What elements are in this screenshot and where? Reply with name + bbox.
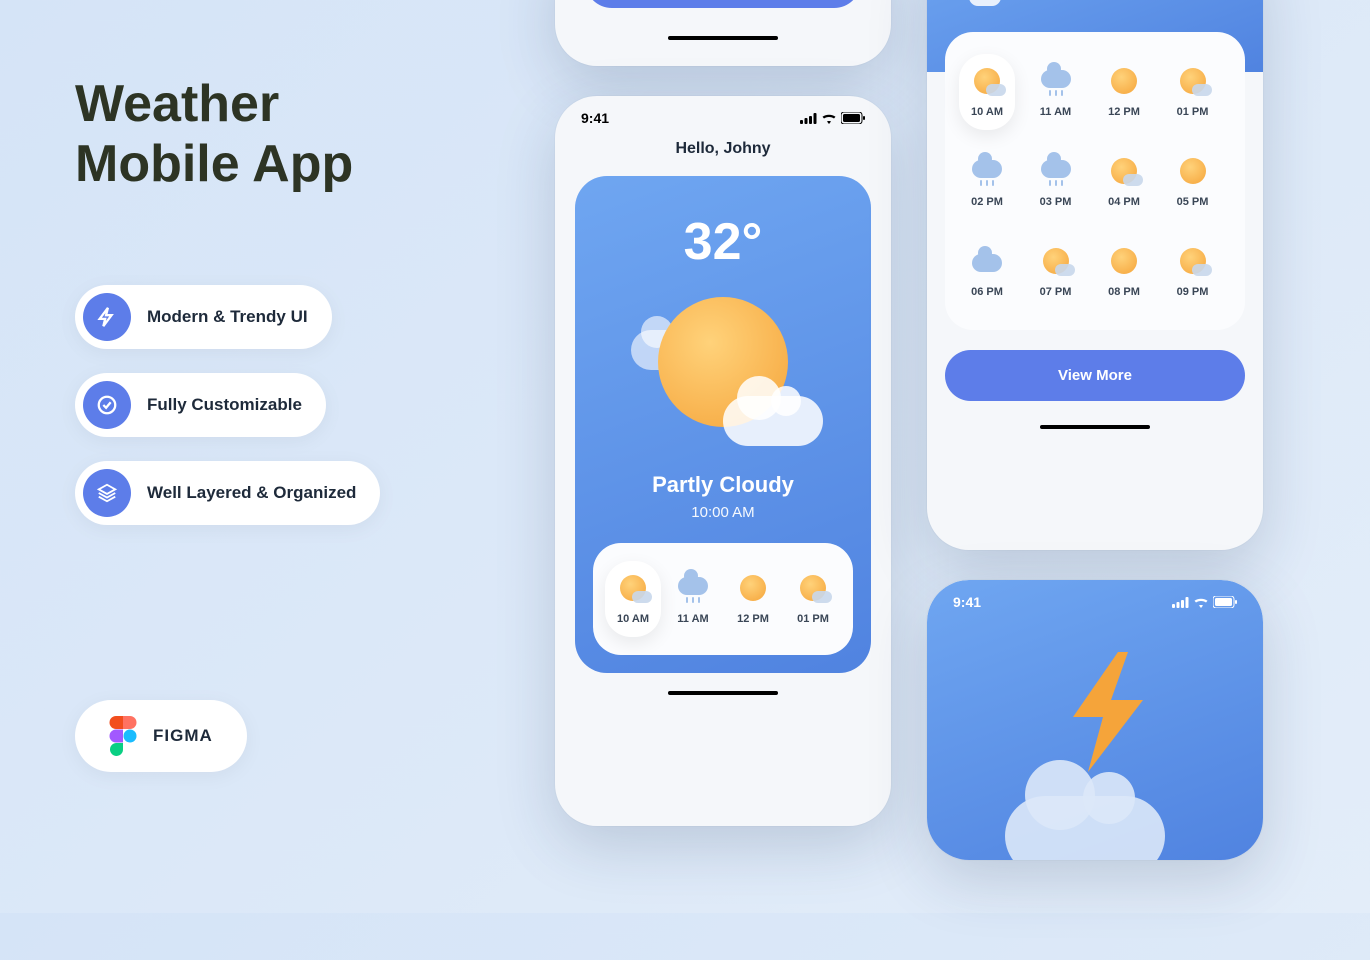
home-indicator[interactable] bbox=[1040, 425, 1150, 429]
partly-cloudy-icon bbox=[643, 292, 803, 452]
cellular-icon bbox=[1172, 597, 1189, 608]
get-started-button[interactable]: Get Started bbox=[585, 0, 861, 8]
temperature: 32° bbox=[1184, 0, 1241, 9]
sun-cloud-icon bbox=[1107, 154, 1141, 188]
sun-cloud-icon bbox=[970, 64, 1004, 98]
hourly-grid-card: 10 AM 11 AM 12 PM 01 PM 02 PM 03 PM 04 PM 05 PM… bbox=[945, 32, 1245, 330]
hour-label: 01 PM bbox=[797, 613, 829, 625]
phone-onboarding: Get Started bbox=[555, 0, 891, 66]
home-indicator[interactable] bbox=[668, 36, 778, 40]
hour-chip[interactable]: 12 PM bbox=[1096, 54, 1152, 130]
weather-card: 32° Partly Cloudy 10:00 AM 10 AM 11 AM 12 … bbox=[575, 176, 871, 673]
rain-icon bbox=[676, 571, 710, 605]
battery-icon bbox=[1213, 596, 1237, 608]
feature-label: Modern & Trendy UI bbox=[147, 307, 308, 327]
hour-label: 01 PM bbox=[1177, 106, 1209, 118]
rain-icon bbox=[1039, 64, 1073, 98]
sun-icon bbox=[1176, 154, 1210, 188]
current-time: 10:00 AM bbox=[593, 504, 853, 521]
wifi-icon bbox=[821, 113, 837, 124]
hour-chip[interactable]: 12 PM bbox=[725, 561, 781, 637]
phone-mockups: Get Started 9:41 Hello, Johny 32° Partly… bbox=[555, 0, 1285, 960]
feature-modern-ui: Modern & Trendy UI bbox=[75, 285, 332, 349]
hour-chip[interactable]: 07 PM bbox=[1028, 234, 1084, 310]
hour-chip[interactable]: 08 PM bbox=[1096, 234, 1152, 310]
hour-chip[interactable]: 10 AM bbox=[959, 54, 1015, 130]
phone-main-weather: 9:41 Hello, Johny 32° Partly Cloudy 10:0… bbox=[555, 96, 891, 826]
sun-icon bbox=[1107, 64, 1141, 98]
sun-icon bbox=[1107, 244, 1141, 278]
status-bar: 9:41 bbox=[927, 580, 1263, 616]
cellular-icon bbox=[800, 113, 817, 124]
hour-chip[interactable]: 10 AM bbox=[605, 561, 661, 637]
status-time: 9:41 bbox=[953, 594, 981, 610]
hour-chip[interactable]: 11 AM bbox=[665, 561, 721, 637]
check-circle-icon bbox=[83, 381, 131, 429]
partly-cloudy-icon bbox=[949, 0, 999, 12]
lightning-icon bbox=[83, 293, 131, 341]
promo-title: Weather Mobile App bbox=[75, 75, 380, 195]
rain-icon bbox=[1039, 154, 1073, 188]
hour-chip[interactable]: 04 PM bbox=[1096, 144, 1152, 220]
feature-label: Fully Customizable bbox=[147, 395, 302, 415]
hour-label: 08 PM bbox=[1108, 286, 1140, 298]
hour-label: 11 AM bbox=[677, 613, 708, 625]
hour-label: 10 AM bbox=[971, 106, 1003, 118]
hour-label: 05 PM bbox=[1177, 196, 1209, 208]
status-icons bbox=[1172, 596, 1237, 608]
phone-storm: 9:41 bbox=[927, 580, 1263, 860]
hour-label: 03 PM bbox=[1040, 196, 1072, 208]
temperature: 32° bbox=[593, 212, 853, 272]
hour-chip[interactable]: 06 PM bbox=[959, 234, 1015, 310]
hourly-forecast-strip: 10 AM 11 AM 12 PM 01 PM bbox=[593, 543, 853, 655]
feature-layered: Well Layered & Organized bbox=[75, 461, 380, 525]
hour-label: 07 PM bbox=[1040, 286, 1072, 298]
condition: Partly Cloudy bbox=[593, 472, 853, 498]
hour-chip[interactable]: 01 PM bbox=[1165, 54, 1221, 130]
sun-icon bbox=[736, 571, 770, 605]
layers-icon bbox=[83, 469, 131, 517]
hour-chip[interactable]: 11 AM bbox=[1028, 54, 1084, 130]
feature-label: Well Layered & Organized bbox=[147, 483, 356, 503]
sun-cloud-icon bbox=[1176, 64, 1210, 98]
figma-label: FIGMA bbox=[153, 726, 213, 746]
hour-chip[interactable]: 05 PM bbox=[1165, 144, 1221, 220]
hour-label: 09 PM bbox=[1177, 286, 1209, 298]
hour-label: 06 PM bbox=[971, 286, 1003, 298]
view-more-button[interactable]: View More bbox=[945, 350, 1245, 401]
hour-label: 12 PM bbox=[737, 613, 769, 625]
phone-hourly-grid: 32° 10 AM 11 AM 12 PM 01 PM 02 PM 03 PM 04 PM 0… bbox=[927, 0, 1263, 550]
hour-label: 11 AM bbox=[1040, 106, 1071, 118]
rain-icon bbox=[970, 154, 1004, 188]
hour-chip[interactable]: 01 PM bbox=[785, 561, 841, 637]
sun-cloud-icon bbox=[1039, 244, 1073, 278]
cloud-icon bbox=[970, 244, 1004, 278]
figma-icon bbox=[109, 716, 137, 756]
home-indicator[interactable] bbox=[668, 691, 778, 695]
status-icons bbox=[800, 112, 865, 124]
promo-panel: Weather Mobile App Modern & Trendy UI Fu… bbox=[75, 75, 380, 549]
hour-chip[interactable]: 02 PM bbox=[959, 144, 1015, 220]
hour-label: 12 PM bbox=[1108, 106, 1140, 118]
status-time: 9:41 bbox=[581, 110, 609, 126]
hour-label: 04 PM bbox=[1108, 196, 1140, 208]
feature-customizable: Fully Customizable bbox=[75, 373, 326, 437]
wifi-icon bbox=[1193, 597, 1209, 608]
hour-grid: 10 AM 11 AM 12 PM 01 PM 02 PM 03 PM 04 PM 05 PM… bbox=[959, 54, 1231, 310]
hour-chip[interactable]: 09 PM bbox=[1165, 234, 1221, 310]
battery-icon bbox=[841, 112, 865, 124]
sun-cloud-icon bbox=[616, 571, 650, 605]
hour-label: 10 AM bbox=[617, 613, 649, 625]
hour-label: 02 PM bbox=[971, 196, 1003, 208]
greeting: Hello, Johny bbox=[555, 132, 891, 176]
thunderstorm-icon bbox=[1005, 646, 1185, 826]
title-line-1: Weather bbox=[75, 75, 279, 133]
sun-cloud-icon bbox=[1176, 244, 1210, 278]
hour-chip[interactable]: 03 PM bbox=[1028, 144, 1084, 220]
figma-badge: FIGMA bbox=[75, 700, 247, 772]
status-bar: 9:41 bbox=[555, 96, 891, 132]
sun-cloud-icon bbox=[796, 571, 830, 605]
title-line-2: Mobile App bbox=[75, 135, 353, 193]
